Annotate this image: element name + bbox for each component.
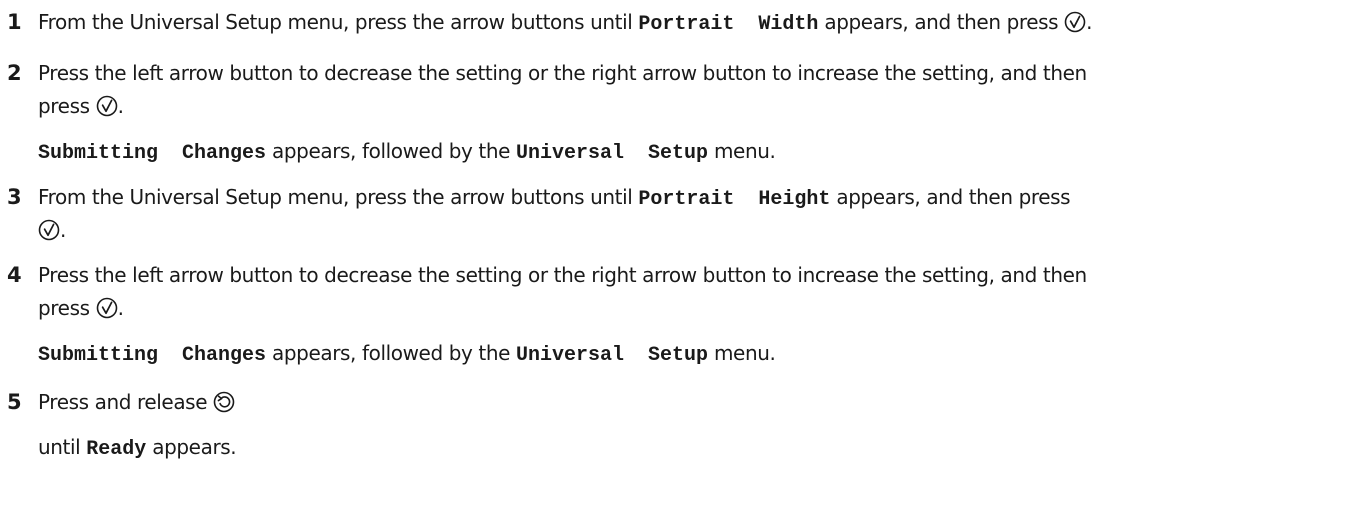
instruction-text: Press the left arrow button to decrease … (38, 61, 1087, 85)
step-number: 1 (7, 10, 22, 34)
step-line: press . (38, 292, 124, 324)
instruction-text: appears, and then press (830, 185, 1071, 209)
select-icon (38, 219, 60, 241)
instruction-text: . (1086, 10, 1093, 34)
step-number: 2 (7, 61, 22, 85)
step-number: 4 (7, 263, 22, 287)
step-line: From the Universal Setup menu, press the… (38, 6, 1093, 41)
step-number: 3 (7, 185, 22, 209)
display-message: Submitting Changes (38, 344, 267, 367)
instruction-text: appears, followed by the (266, 139, 516, 163)
step-line: press . (38, 90, 124, 122)
instruction-text: . (60, 218, 66, 242)
instruction-text: . (117, 94, 124, 118)
step-line: From the Universal Setup menu, press the… (38, 181, 1071, 216)
step-line: . (38, 214, 66, 246)
step-note: Submitting Changes appears, followed by … (38, 337, 776, 372)
display-message: Universal Setup (515, 344, 709, 367)
step-line: Press and release (38, 386, 235, 418)
display-message: Portrait Height (638, 188, 831, 211)
back-icon (213, 391, 235, 413)
instruction-text: appears, followed by the (266, 341, 516, 365)
display-message: Universal Setup (515, 142, 709, 165)
step-line: Press the left arrow button to decrease … (38, 259, 1087, 291)
instruction-text: press (38, 94, 96, 118)
display-message: Portrait Width (638, 13, 819, 36)
instruction-text: appears, and then press (818, 10, 1065, 34)
instruction-text: press (38, 296, 96, 320)
select-icon (96, 95, 118, 117)
step-number: 5 (7, 390, 22, 414)
instruction-text: menu. (708, 341, 776, 365)
instruction-text: Press the left arrow button to decrease … (38, 263, 1087, 287)
instruction-text: From the Universal Setup menu, press the… (38, 185, 639, 209)
instruction-text: until (38, 435, 87, 459)
step-note: until Ready appears. (38, 431, 237, 466)
select-icon (96, 297, 118, 319)
instruction-text: From the Universal Setup menu, press the… (38, 10, 639, 34)
step-note: Submitting Changes appears, followed by … (38, 135, 776, 170)
instruction-page: 1 From the Universal Setup menu, press t… (0, 0, 1353, 506)
select-icon (1064, 11, 1086, 33)
instruction-text: appears. (146, 435, 237, 459)
instruction-text: menu. (708, 139, 776, 163)
instruction-text: . (117, 296, 124, 320)
instruction-text: Press and release (38, 390, 214, 414)
display-message: Ready (86, 438, 147, 461)
display-message: Submitting Changes (38, 142, 267, 165)
step-line: Press the left arrow button to decrease … (38, 57, 1087, 89)
